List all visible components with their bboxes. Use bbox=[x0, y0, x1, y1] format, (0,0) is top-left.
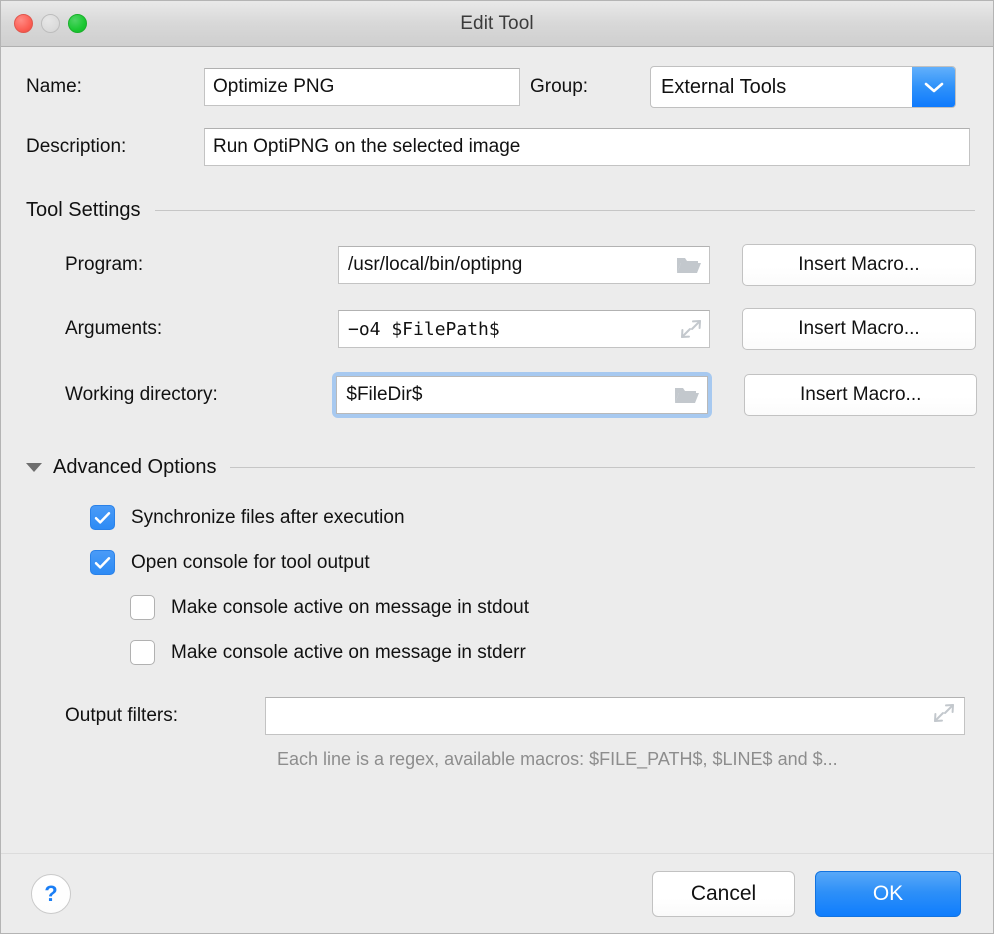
help-button[interactable]: ? bbox=[31, 874, 71, 914]
checkbox-row-open-console[interactable]: Open console for tool output bbox=[17, 550, 977, 575]
section-divider bbox=[230, 467, 975, 468]
checkbox-label-synchronize-files: Synchronize files after execution bbox=[131, 507, 405, 529]
arguments-label: Arguments: bbox=[65, 318, 338, 340]
output-filters-row: Output filters: bbox=[17, 697, 977, 735]
dialog-footer: ? Cancel OK bbox=[1, 853, 993, 933]
checkbox-open-console[interactable] bbox=[90, 550, 115, 575]
name-input-value: Optimize PNG bbox=[213, 76, 334, 98]
working-directory-label: Working directory: bbox=[65, 384, 336, 406]
expand-icon[interactable] bbox=[932, 702, 956, 730]
arguments-insert-macro-button[interactable]: Insert Macro... bbox=[742, 308, 976, 350]
traffic-lights bbox=[14, 1, 87, 46]
program-input[interactable]: /usr/local/bin/optipng bbox=[338, 246, 710, 284]
working-directory-input[interactable]: $FileDir$ bbox=[336, 376, 708, 414]
edit-tool-dialog: Edit Tool Name: Optimize PNG Group: Exte… bbox=[0, 0, 994, 934]
tool-settings-title: Tool Settings bbox=[26, 199, 141, 222]
checkbox-row-console-active-stderr[interactable]: Make console active on message in stderr bbox=[17, 640, 977, 665]
description-input-value: Run OptiPNG on the selected image bbox=[213, 136, 520, 158]
program-input-value: /usr/local/bin/optipng bbox=[348, 254, 675, 276]
cancel-button[interactable]: Cancel bbox=[652, 871, 795, 917]
description-label: Description: bbox=[26, 136, 204, 158]
program-insert-macro-button[interactable]: Insert Macro... bbox=[742, 244, 976, 286]
disclosure-triangle-icon[interactable] bbox=[26, 463, 42, 472]
folder-icon[interactable] bbox=[675, 254, 703, 276]
output-filters-hint: Each line is a regex, available macros: … bbox=[17, 749, 977, 770]
working-directory-row: Working directory: $FileDir$ Insert Macr… bbox=[17, 372, 977, 418]
dialog-content: Name: Optimize PNG Group: External Tools… bbox=[1, 47, 993, 853]
name-label: Name: bbox=[26, 76, 204, 98]
window-title: Edit Tool bbox=[460, 13, 533, 35]
output-filters-label: Output filters: bbox=[65, 705, 265, 727]
checkbox-synchronize-files[interactable] bbox=[90, 505, 115, 530]
group-label: Group: bbox=[520, 76, 650, 98]
arguments-input[interactable]: −o4 $FilePath$ bbox=[338, 310, 710, 348]
checkbox-label-console-active-stderr: Make console active on message in stderr bbox=[171, 642, 526, 664]
description-input[interactable]: Run OptiPNG on the selected image bbox=[204, 128, 970, 166]
working-directory-focus-ring: $FileDir$ bbox=[332, 372, 712, 418]
program-row: Program: /usr/local/bin/optipng Insert M… bbox=[17, 244, 977, 286]
advanced-options-title: Advanced Options bbox=[53, 456, 216, 479]
checkbox-row-synchronize-files[interactable]: Synchronize files after execution bbox=[17, 505, 977, 530]
description-row: Description: Run OptiPNG on the selected… bbox=[17, 128, 977, 166]
minimize-button-icon[interactable] bbox=[41, 14, 60, 33]
checkbox-console-active-stdout[interactable] bbox=[130, 595, 155, 620]
working-directory-insert-macro-button[interactable]: Insert Macro... bbox=[744, 374, 977, 416]
group-combobox[interactable]: External Tools bbox=[650, 66, 956, 108]
checkbox-row-console-active-stdout[interactable]: Make console active on message in stdout bbox=[17, 595, 977, 620]
expand-icon[interactable] bbox=[679, 318, 703, 340]
checkbox-console-active-stderr[interactable] bbox=[130, 640, 155, 665]
advanced-options-section-header[interactable]: Advanced Options bbox=[17, 456, 977, 479]
tool-settings-section-header: Tool Settings bbox=[17, 199, 977, 222]
close-button-icon[interactable] bbox=[14, 14, 33, 33]
section-divider bbox=[155, 210, 975, 211]
folder-icon[interactable] bbox=[673, 384, 701, 406]
chevron-down-icon[interactable] bbox=[912, 67, 955, 107]
working-directory-input-value: $FileDir$ bbox=[346, 384, 673, 406]
checkbox-label-open-console: Open console for tool output bbox=[131, 552, 370, 574]
ok-button[interactable]: OK bbox=[815, 871, 961, 917]
program-label: Program: bbox=[65, 254, 338, 276]
name-input[interactable]: Optimize PNG bbox=[204, 68, 520, 106]
arguments-row: Arguments: −o4 $FilePath$ Insert Macro..… bbox=[17, 308, 977, 350]
window-titlebar: Edit Tool bbox=[1, 1, 993, 47]
group-combobox-value: External Tools bbox=[651, 76, 912, 99]
checkbox-label-console-active-stdout: Make console active on message in stdout bbox=[171, 597, 529, 619]
output-filters-input[interactable] bbox=[265, 697, 965, 735]
name-group-row: Name: Optimize PNG Group: External Tools bbox=[17, 66, 977, 108]
zoom-button-icon[interactable] bbox=[68, 14, 87, 33]
arguments-input-value: −o4 $FilePath$ bbox=[348, 319, 679, 340]
